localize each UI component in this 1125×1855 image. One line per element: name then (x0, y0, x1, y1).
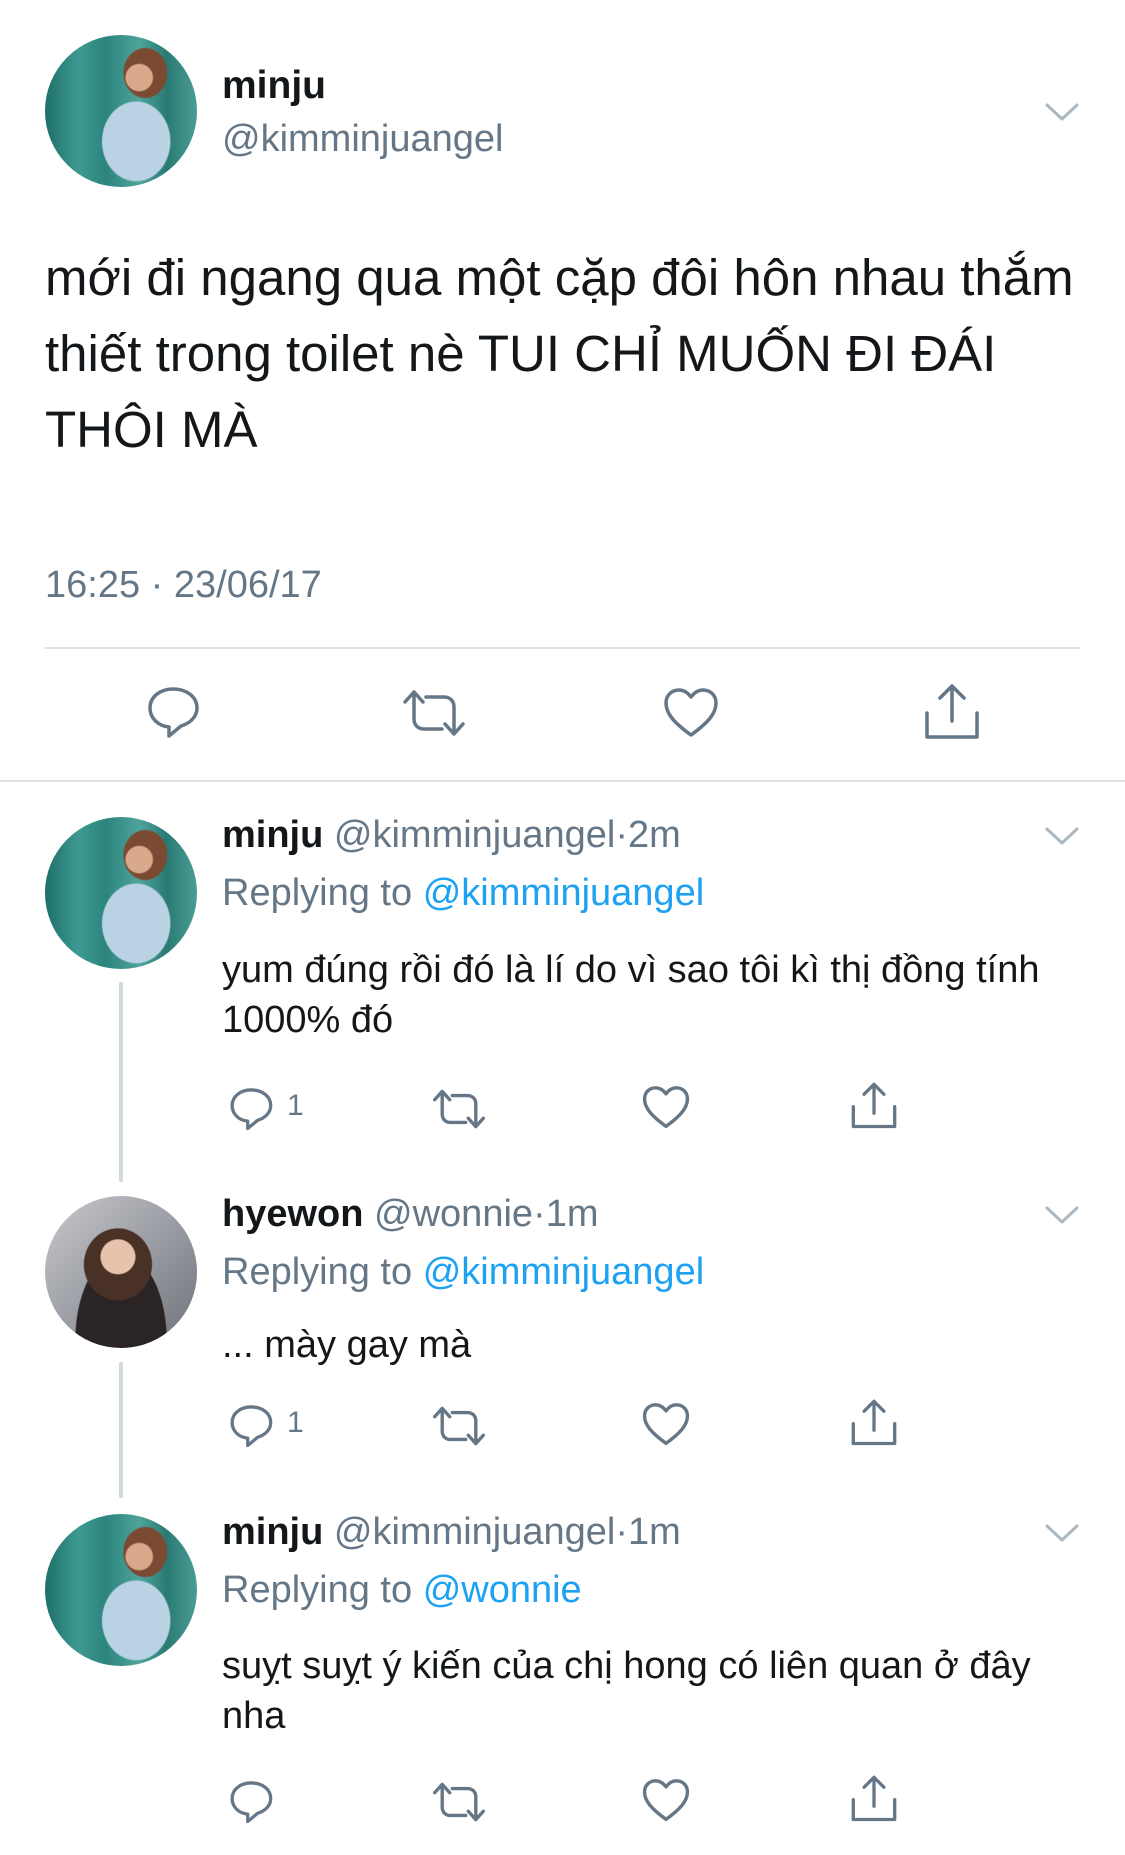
reply-author-name[interactable]: minju (222, 1511, 323, 1553)
replying-prefix: Replying to (222, 872, 413, 914)
separator: · (615, 1511, 629, 1553)
chevron-down-icon[interactable] (1045, 1205, 1079, 1225)
reply-text: yum đúng rồi đó là lí do vì sao tôi kì t… (222, 949, 1040, 1041)
reply-icon[interactable] (228, 1402, 274, 1448)
divider (45, 647, 1080, 649)
replying-to: Replying to @wonnie (222, 1569, 582, 1612)
reply-author-name[interactable]: minju (222, 814, 323, 856)
reply-time[interactable]: 1m (628, 1511, 681, 1553)
reply-time[interactable]: 2m (628, 814, 681, 856)
thread-line (119, 982, 123, 1182)
tweet-timestamp[interactable]: 16:25 · 23/06/17 (45, 564, 322, 607)
avatar[interactable] (45, 817, 197, 969)
mention-link[interactable]: @kimminjuangel (423, 1251, 704, 1293)
reply-header: hyewon @wonnie·1m (222, 1193, 598, 1236)
section-divider (0, 780, 1125, 782)
reply-time[interactable]: 1m (546, 1193, 599, 1235)
avatar[interactable] (45, 35, 197, 187)
like-icon[interactable] (642, 1778, 690, 1823)
mention-link[interactable]: @kimminjuangel (423, 872, 704, 914)
chevron-down-icon[interactable] (1045, 1523, 1079, 1543)
reply-icon[interactable] (145, 683, 201, 739)
tweet-text: mới đi ngang qua một cặp đôi hôn nhau th… (45, 249, 1074, 458)
thread-line (119, 1362, 123, 1498)
chevron-down-icon[interactable] (1045, 826, 1079, 846)
retweet-icon[interactable] (401, 688, 467, 738)
mention-link[interactable]: @wonnie (423, 1569, 582, 1611)
share-icon[interactable] (850, 1397, 898, 1447)
chevron-down-icon[interactable] (1045, 102, 1079, 122)
share-icon[interactable] (923, 681, 981, 741)
reply-header: minju @kimminjuangel·2m (222, 814, 681, 857)
like-icon[interactable] (663, 687, 719, 739)
retweet-icon[interactable] (431, 1088, 487, 1130)
avatar[interactable] (45, 1514, 197, 1666)
reply-icon[interactable] (228, 1778, 274, 1824)
replying-prefix: Replying to (222, 1569, 413, 1611)
share-icon[interactable] (850, 1080, 898, 1130)
separator: · (533, 1193, 546, 1235)
like-icon[interactable] (642, 1402, 690, 1447)
replying-to: Replying to @kimminjuangel (222, 1251, 704, 1294)
reply-author-handle[interactable]: @kimminjuangel (334, 814, 615, 856)
reply-icon[interactable] (228, 1085, 274, 1131)
replying-prefix: Replying to (222, 1251, 413, 1293)
retweet-icon[interactable] (431, 1781, 487, 1823)
share-icon[interactable] (850, 1773, 898, 1823)
like-icon[interactable] (642, 1085, 690, 1130)
author-name[interactable]: minju (222, 64, 326, 108)
reply-text: suỵt suỵt ý kiến của chị hong có liên qu… (222, 1645, 1031, 1737)
reply-author-handle[interactable]: @kimminjuangel (334, 1511, 615, 1553)
reply-count: 1 (287, 1089, 304, 1122)
reply-text: ... mày gay mà (222, 1324, 472, 1366)
avatar[interactable] (45, 1196, 197, 1348)
reply-author-handle[interactable]: @wonnie (374, 1193, 533, 1235)
author-handle[interactable]: @kimminjuangel (222, 118, 503, 161)
reply-header: minju @kimminjuangel·1m (222, 1511, 681, 1554)
reply-author-name[interactable]: hyewon (222, 1193, 363, 1235)
retweet-icon[interactable] (431, 1405, 487, 1447)
replying-to: Replying to @kimminjuangel (222, 872, 704, 915)
separator: · (615, 814, 629, 856)
reply-count: 1 (287, 1406, 304, 1439)
